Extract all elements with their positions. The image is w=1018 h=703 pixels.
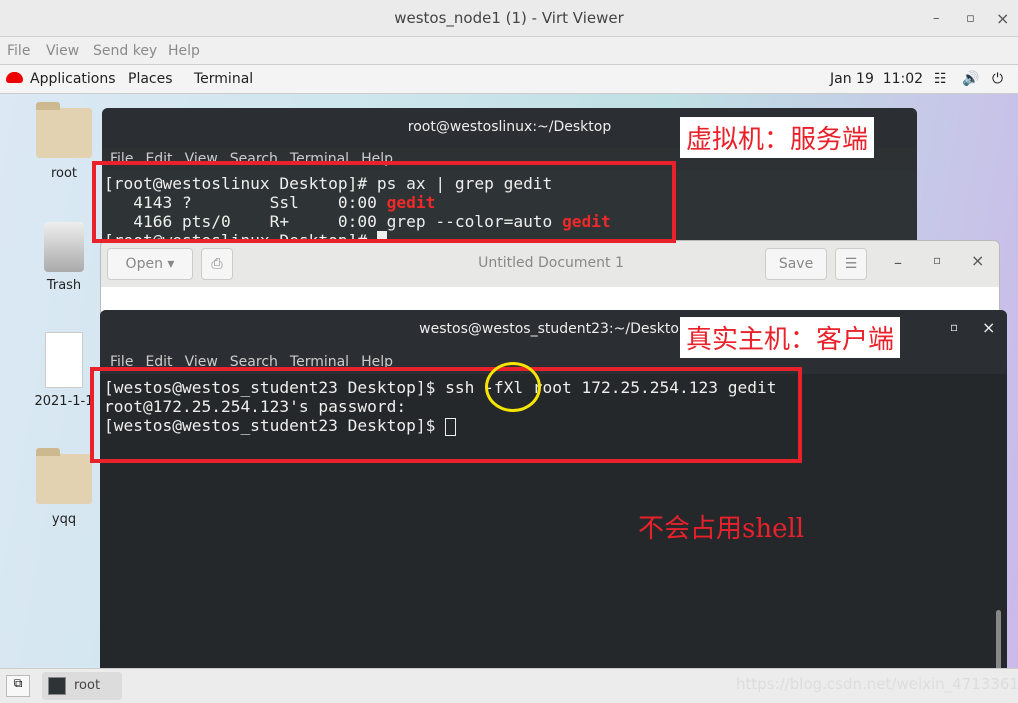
taskbar-item-terminal[interactable]: root	[42, 672, 122, 700]
maximize-button[interactable]: ▫	[966, 0, 975, 37]
server-highlight-box	[92, 161, 676, 243]
icon-label: yqq	[51, 512, 77, 527]
client-highlight-box	[90, 367, 802, 463]
folder-icon	[36, 448, 92, 504]
watermark: https://blog.csdn.net/weixin_47133613	[736, 675, 1018, 693]
maximize-button[interactable]: ▫	[933, 253, 941, 267]
menu-bar: File View Send key Help	[0, 37, 1018, 65]
close-button[interactable]: ×	[982, 318, 995, 337]
note-label: 不会占用shell	[638, 514, 805, 544]
text-file-icon	[45, 332, 83, 388]
gnome-top-bar: Applications Places Terminal Jan 19 11:0…	[0, 65, 1018, 94]
yellow-circle	[485, 362, 541, 412]
window-title: westos_node1 (1) - Virt Viewer	[394, 9, 624, 27]
volume-icon[interactable]: 🔊	[962, 71, 979, 87]
terminal-icon	[48, 677, 66, 695]
power-icon[interactable]: ⏻	[992, 71, 1003, 87]
menu-file[interactable]: File	[7, 43, 30, 59]
show-desktop-icon[interactable]: ⧉	[6, 675, 30, 697]
server-label: 虚拟机：服务端	[680, 117, 875, 158]
menu-send-key[interactable]: Send key	[93, 43, 157, 59]
desktop-icon-yqq[interactable]: yqq	[24, 448, 104, 527]
minimize-button[interactable]: –	[933, 0, 940, 37]
close-button[interactable]: ×	[996, 0, 1009, 37]
minimize-button[interactable]: –	[894, 253, 902, 272]
hamburger-menu-icon[interactable]: ☰	[835, 248, 867, 280]
taskbar-item-label: root	[74, 678, 101, 693]
trash-icon	[44, 222, 84, 272]
window-titlebar: westos_node1 (1) - Virt Viewer – ▫ ×	[0, 0, 1018, 37]
close-button[interactable]: ×	[971, 251, 984, 270]
redhat-icon	[6, 72, 23, 83]
gedit-window[interactable]: Open ▾ ⎙ Untitled Document 1 Save ☰ – ▫ …	[100, 240, 1000, 315]
places-menu[interactable]: Places	[128, 71, 173, 87]
menu-view[interactable]: View	[46, 43, 79, 59]
client-label: 真实主机：客户端	[680, 317, 901, 358]
clock[interactable]: Jan 19 11:02	[830, 71, 923, 87]
home-folder-icon	[36, 102, 92, 158]
applications-menu[interactable]: Applications	[30, 71, 116, 87]
maximize-button[interactable]: ▫	[950, 320, 958, 334]
terminal-menu[interactable]: Terminal	[194, 71, 253, 87]
save-button[interactable]: Save	[765, 248, 827, 280]
menu-help[interactable]: Help	[168, 43, 200, 59]
network-icon[interactable]: ☷	[934, 71, 947, 87]
icon-label: Trash	[46, 278, 82, 293]
